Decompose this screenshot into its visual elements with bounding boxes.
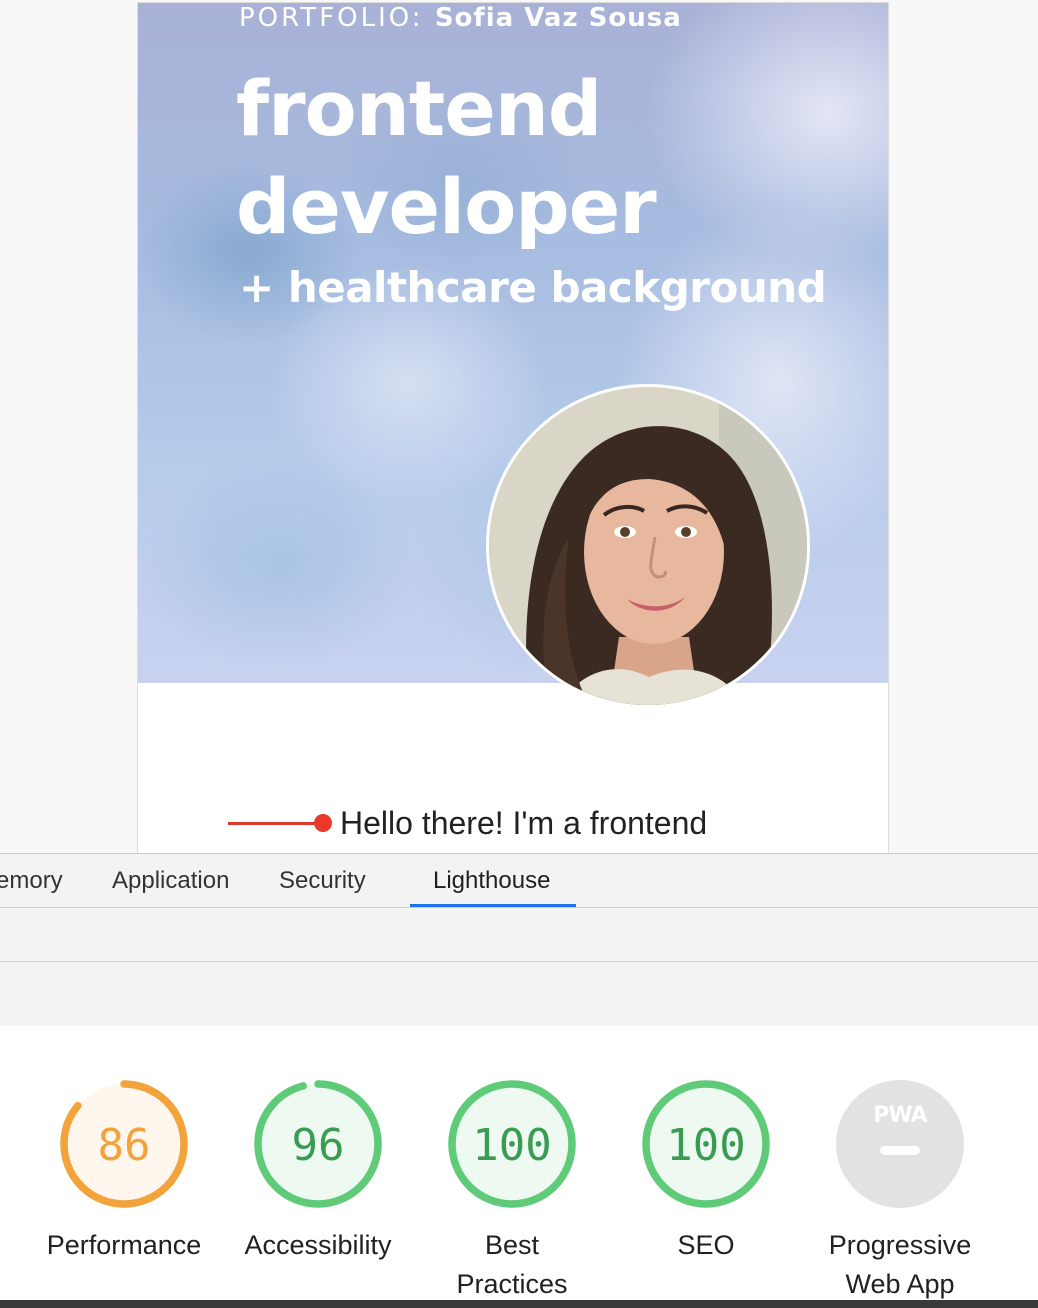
intro-line: Hello there! I'm a frontend [228, 803, 707, 843]
gauge-score: 100 [666, 1120, 745, 1171]
gauge-performance[interactable]: 86 Performance [27, 1078, 221, 1265]
devtools-tabbar: emory Application Security Lighthouse [0, 853, 1038, 908]
hero-subtitle: + healthcare background [239, 263, 827, 312]
pwa-badge-text: PWA [873, 1103, 927, 1128]
tab-security[interactable]: Security [279, 854, 366, 908]
gauge-label: Progressive Web App [828, 1230, 972, 1299]
intro-text: Hello there! I'm a frontend [340, 804, 708, 841]
gauge-label: Performance [46, 1230, 202, 1260]
portfolio-kicker: PORTFOLIO: Sofia Vaz Sousa [239, 5, 682, 31]
score-gauge-performance: 86 [60, 1080, 188, 1208]
intro-accent-line [228, 821, 320, 825]
pwa-dash-icon [880, 1146, 920, 1155]
score-gauge-best-practices: 100 [448, 1080, 576, 1208]
score-gauge-accessibility: 96 [254, 1080, 382, 1208]
gauge-score: 96 [292, 1120, 345, 1171]
window-bottom-edge [0, 1300, 1038, 1308]
gauge-label: Accessibility [244, 1230, 392, 1260]
hero-title-line1: frontend [236, 64, 602, 153]
page-preview: PORTFOLIO: Sofia Vaz Sousa frontend deve… [138, 3, 888, 853]
kicker-name: Sofia Vaz Sousa [434, 3, 682, 33]
kicker-prefix: PORTFOLIO: [239, 3, 435, 33]
pwa-badge-icon: PWA [836, 1080, 964, 1208]
lighthouse-toolbar [0, 908, 1038, 962]
gauge-seo[interactable]: 100 SEO [609, 1078, 803, 1265]
hero-title-line2: developer [236, 162, 657, 251]
score-gauge-seo: 100 [642, 1080, 770, 1208]
gauge-pwa[interactable]: PWA Progressive Web App [803, 1078, 997, 1300]
pwa-badge-fill [836, 1080, 964, 1208]
tab-memory[interactable]: emory [0, 854, 63, 908]
lighthouse-report-header [0, 962, 1038, 1026]
active-tab-indicator [410, 904, 576, 907]
profile-photo [486, 384, 810, 708]
intro-accent-dot [314, 814, 332, 832]
gauge-label: SEO [677, 1230, 735, 1260]
gauge-score: 86 [98, 1120, 151, 1171]
gauge-label: Best Practices [456, 1230, 568, 1299]
gauge-best-practices[interactable]: 100 Best Practices [415, 1078, 609, 1300]
lighthouse-report: 86 Performance 96 Accessibility 100 Best… [0, 1026, 1038, 1300]
tab-lighthouse[interactable]: Lighthouse [433, 854, 550, 908]
tab-application[interactable]: Application [112, 854, 229, 908]
gauge-accessibility[interactable]: 96 Accessibility [221, 1078, 415, 1265]
profile-photo-illustration [489, 387, 807, 705]
gauge-score: 100 [472, 1120, 551, 1171]
